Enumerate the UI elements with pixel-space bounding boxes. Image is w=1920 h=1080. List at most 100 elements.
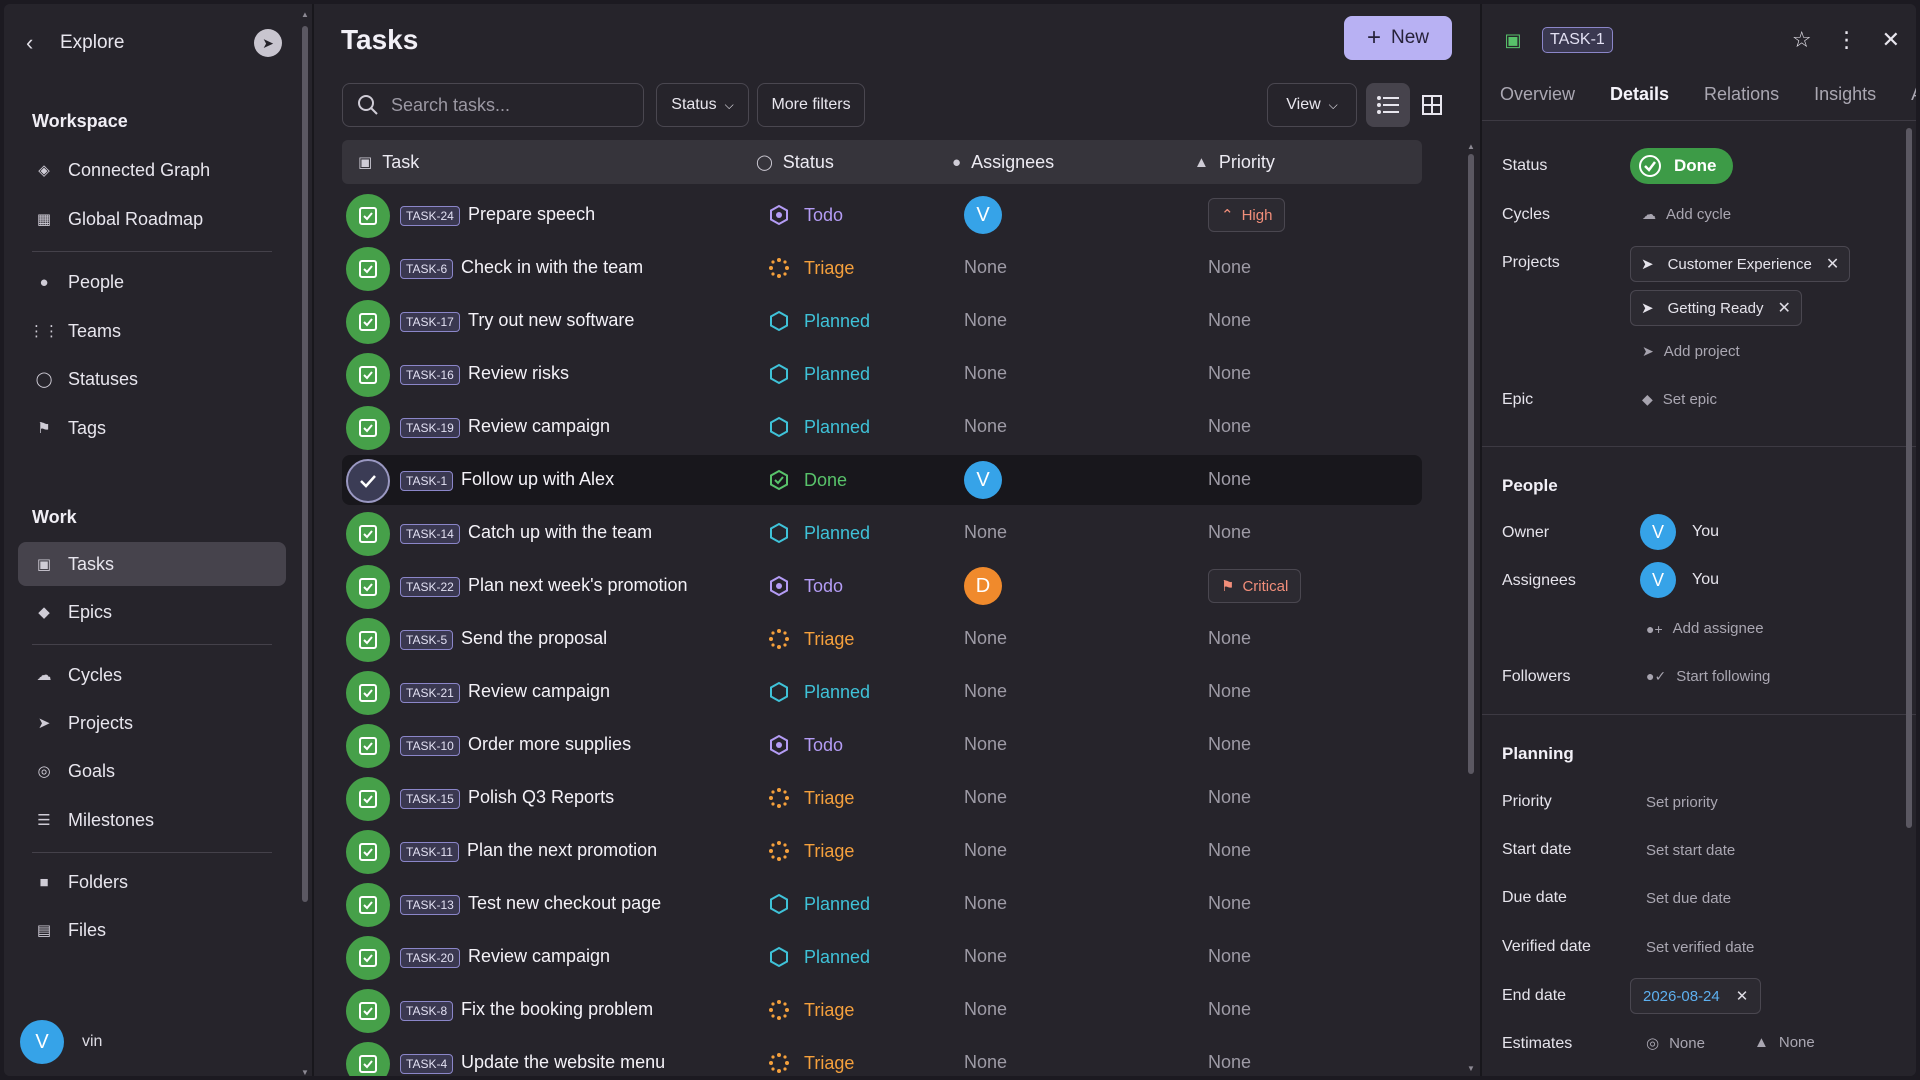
- tab-details[interactable]: Details: [1610, 84, 1669, 105]
- priority-value[interactable]: None: [1208, 416, 1251, 437]
- assignee-value[interactable]: None: [964, 628, 1007, 649]
- priority-value[interactable]: None: [1208, 469, 1251, 490]
- priority-chip[interactable]: ⚑ Critical: [1208, 569, 1302, 603]
- status-value[interactable]: Planned: [768, 946, 870, 968]
- new-task-button[interactable]: + New: [1344, 16, 1452, 60]
- start-following-button[interactable]: ●✓ Start following: [1646, 668, 1770, 685]
- table-row[interactable]: TASK-24 Prepare speech Todo V ⌃ High: [342, 190, 1422, 240]
- sidebar-item-milestones[interactable]: ☰ Milestones: [18, 798, 286, 842]
- estimate-size[interactable]: ▲ None: [1754, 1034, 1815, 1051]
- tab-insights[interactable]: Insights: [1814, 84, 1876, 105]
- sidebar-item-people[interactable]: ● People: [18, 260, 286, 304]
- priority-value[interactable]: None: [1208, 522, 1251, 543]
- scroll-up-icon[interactable]: ▲: [1466, 142, 1476, 151]
- assignee-value[interactable]: None: [964, 522, 1007, 543]
- status-value[interactable]: Triage: [768, 999, 854, 1021]
- avatar[interactable]: V: [964, 461, 1002, 499]
- set-verified-date-button[interactable]: Set verified date: [1646, 939, 1754, 956]
- status-value[interactable]: Planned: [768, 681, 870, 703]
- scroll-up-icon[interactable]: ▲: [300, 10, 310, 19]
- panel-scrollbar[interactable]: [1906, 128, 1912, 828]
- priority-value[interactable]: None: [1208, 257, 1251, 278]
- status-value[interactable]: Planned: [768, 522, 870, 544]
- priority-value[interactable]: None: [1208, 999, 1251, 1020]
- assignee-value[interactable]: None: [964, 893, 1007, 914]
- priority-chip[interactable]: ⌃ High: [1208, 198, 1286, 232]
- tab-relations[interactable]: Relations: [1704, 84, 1779, 105]
- status-value[interactable]: Triage: [768, 840, 854, 862]
- task-icon[interactable]: [346, 883, 390, 927]
- task-name[interactable]: Send the proposal: [461, 628, 607, 649]
- close-icon[interactable]: ✕: [1882, 27, 1900, 53]
- scrollbar-thumb[interactable]: [1468, 154, 1474, 774]
- assignee-value[interactable]: None: [964, 787, 1007, 808]
- assignee-value[interactable]: None: [964, 1052, 1007, 1073]
- checkmark-icon[interactable]: [346, 459, 390, 503]
- task-name[interactable]: Follow up with Alex: [461, 469, 614, 490]
- status-value[interactable]: Planned: [768, 893, 870, 915]
- status-value[interactable]: Triage: [768, 257, 854, 279]
- remove-icon[interactable]: ✕: [1826, 254, 1839, 274]
- task-icon[interactable]: [346, 777, 390, 821]
- sidebar-item-projects[interactable]: ➤ Projects: [18, 701, 286, 745]
- tab-overview[interactable]: Overview: [1500, 84, 1575, 105]
- column-header-priority[interactable]: ▲ Priority: [1194, 140, 1275, 184]
- priority-value[interactable]: None: [1208, 628, 1251, 649]
- task-name[interactable]: Fix the booking problem: [461, 999, 653, 1020]
- table-row[interactable]: TASK-13 Test new checkout page Planned None…: [342, 879, 1422, 929]
- status-filter-button[interactable]: Status ⌵: [656, 83, 749, 127]
- task-icon[interactable]: [346, 353, 390, 397]
- compass-icon[interactable]: ➤: [254, 29, 282, 57]
- table-row[interactable]: TASK-15 Polish Q3 Reports Triage None None: [342, 773, 1422, 823]
- search-input[interactable]: [391, 94, 631, 116]
- task-name[interactable]: Test new checkout page: [468, 893, 661, 914]
- table-row[interactable]: TASK-16 Review risks Planned None None: [342, 349, 1422, 399]
- column-header-task[interactable]: ▣ Task: [358, 140, 419, 184]
- sidebar-item-tags[interactable]: ⚑ Tags: [18, 406, 286, 450]
- table-row[interactable]: TASK-14 Catch up with the team Planned None…: [342, 508, 1422, 558]
- assignee-value[interactable]: None: [964, 999, 1007, 1020]
- table-row[interactable]: TASK-1 Follow up with Alex Done V None: [342, 455, 1422, 505]
- task-icon[interactable]: [346, 618, 390, 662]
- sidebar-item-goals[interactable]: ◎ Goals: [18, 749, 286, 793]
- add-cycle-button[interactable]: ☁ Add cycle: [1642, 206, 1731, 223]
- task-icon[interactable]: [346, 671, 390, 715]
- column-header-status[interactable]: ◯ Status: [756, 140, 834, 184]
- assignee-value[interactable]: None: [964, 840, 1007, 861]
- task-name[interactable]: Review campaign: [468, 681, 610, 702]
- assignee-value[interactable]: None: [964, 363, 1007, 384]
- status-value[interactable]: Todo: [768, 734, 843, 756]
- table-row[interactable]: TASK-8 Fix the booking problem Triage None N…: [342, 985, 1422, 1035]
- assignee-value[interactable]: V You: [1640, 562, 1719, 598]
- task-name[interactable]: Catch up with the team: [468, 522, 652, 543]
- task-name[interactable]: Prepare speech: [468, 204, 595, 225]
- task-icon[interactable]: [346, 565, 390, 609]
- sidebar-item-epics[interactable]: ◆ Epics: [18, 590, 286, 634]
- column-header-assignees[interactable]: ● Assignees: [952, 140, 1054, 184]
- table-row[interactable]: TASK-17 Try out new software Planned None No…: [342, 296, 1422, 346]
- tab-a[interactable]: A: [1911, 84, 1916, 105]
- task-name[interactable]: Check in with the team: [461, 257, 643, 278]
- priority-value[interactable]: None: [1208, 734, 1251, 755]
- status-value[interactable]: Triage: [768, 1052, 854, 1074]
- set-epic-button[interactable]: ◆ Set epic: [1642, 391, 1717, 408]
- priority-value[interactable]: None: [1208, 310, 1251, 331]
- task-name[interactable]: Plan the next promotion: [467, 840, 657, 861]
- status-value[interactable]: Todo: [768, 575, 843, 597]
- search-box[interactable]: [342, 83, 644, 127]
- status-value[interactable]: Done: [768, 469, 847, 491]
- task-name[interactable]: Update the website menu: [461, 1052, 665, 1073]
- task-icon[interactable]: [346, 1042, 390, 1076]
- owner-value[interactable]: V You: [1640, 514, 1719, 550]
- sidebar-item-tasks[interactable]: ▣ Tasks: [18, 542, 286, 586]
- task-name[interactable]: Review risks: [468, 363, 569, 384]
- scrollbar-thumb[interactable]: [302, 26, 308, 902]
- assignee-value[interactable]: None: [964, 681, 1007, 702]
- project-chip-customer-experience[interactable]: ➤ Customer Experience ✕: [1630, 246, 1851, 282]
- status-value[interactable]: Triage: [768, 787, 854, 809]
- sidebar-item-folders[interactable]: ■ Folders: [18, 860, 286, 904]
- scroll-down-icon[interactable]: ▼: [300, 1068, 310, 1076]
- assignee-value[interactable]: None: [964, 946, 1007, 967]
- table-row[interactable]: TASK-10 Order more supplies Todo None None: [342, 720, 1422, 770]
- assignee-value[interactable]: None: [964, 257, 1007, 278]
